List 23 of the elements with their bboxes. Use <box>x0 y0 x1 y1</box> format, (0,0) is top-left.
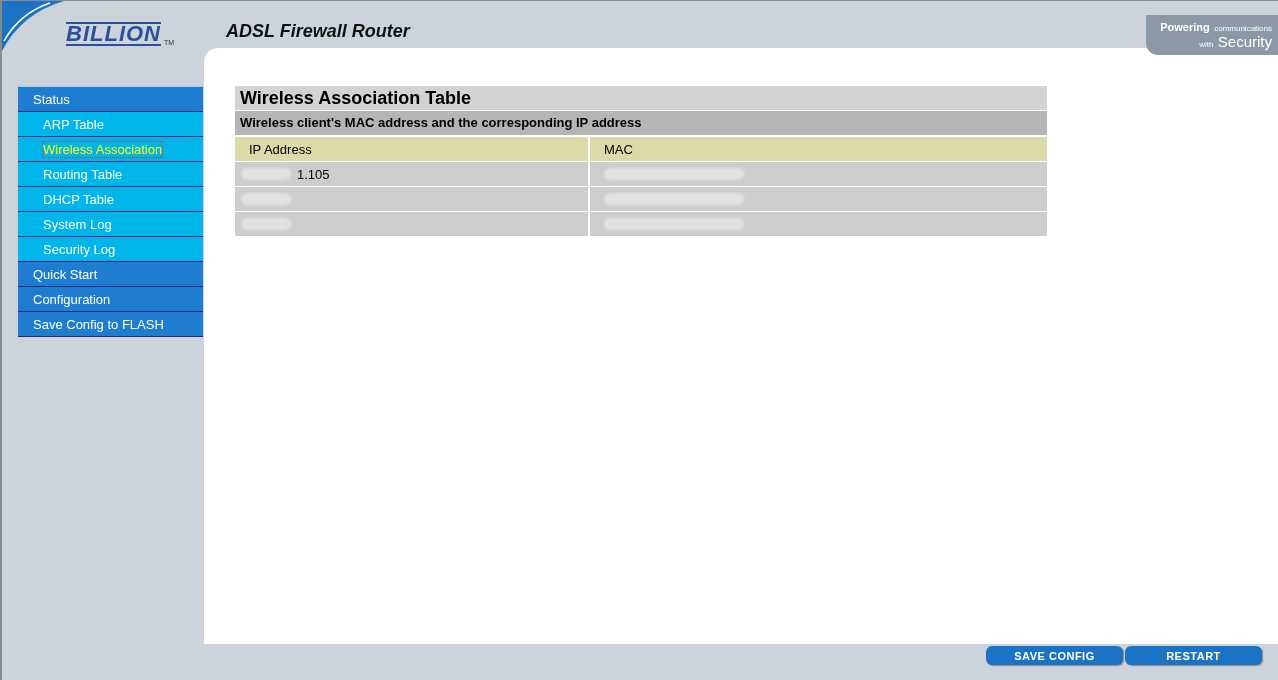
menu-item[interactable]: Routing Table <box>18 162 203 187</box>
menu-item[interactable]: Configuration <box>18 287 203 312</box>
menu-item[interactable]: ARP Table <box>18 112 203 137</box>
menu-item[interactable]: Security Log <box>18 237 203 262</box>
table-subtitle: Wireless client's MAC address and the corresponding IP address <box>235 111 1047 137</box>
table-title: Wireless Association Table <box>235 86 1047 111</box>
swoosh-graphic <box>2 1 64 51</box>
menu-item[interactable]: System Log <box>18 212 203 237</box>
tagline-text: communications <box>1214 24 1272 33</box>
menu-item[interactable]: DHCP Table <box>18 187 203 212</box>
tagline-text: Security <box>1217 33 1272 50</box>
menu-item[interactable]: Wireless Association <box>18 137 203 162</box>
save-config-button[interactable]: SAVE CONFIG <box>986 646 1123 665</box>
table-cell: 1.105 <box>297 166 330 182</box>
tagline-text: Powering <box>1160 21 1210 33</box>
menu-item[interactable]: Status <box>18 87 203 112</box>
menu-item[interactable]: Quick Start <box>18 262 203 287</box>
column-header: MAC <box>603 140 634 159</box>
brand-logo: BILLION <box>66 22 161 46</box>
page-title: ADSL Firewall Router <box>226 21 410 42</box>
menu-item[interactable]: Save Config to FLASH <box>18 312 203 337</box>
restart-button[interactable]: RESTART <box>1125 646 1262 665</box>
tagline-text: with <box>1199 40 1214 49</box>
